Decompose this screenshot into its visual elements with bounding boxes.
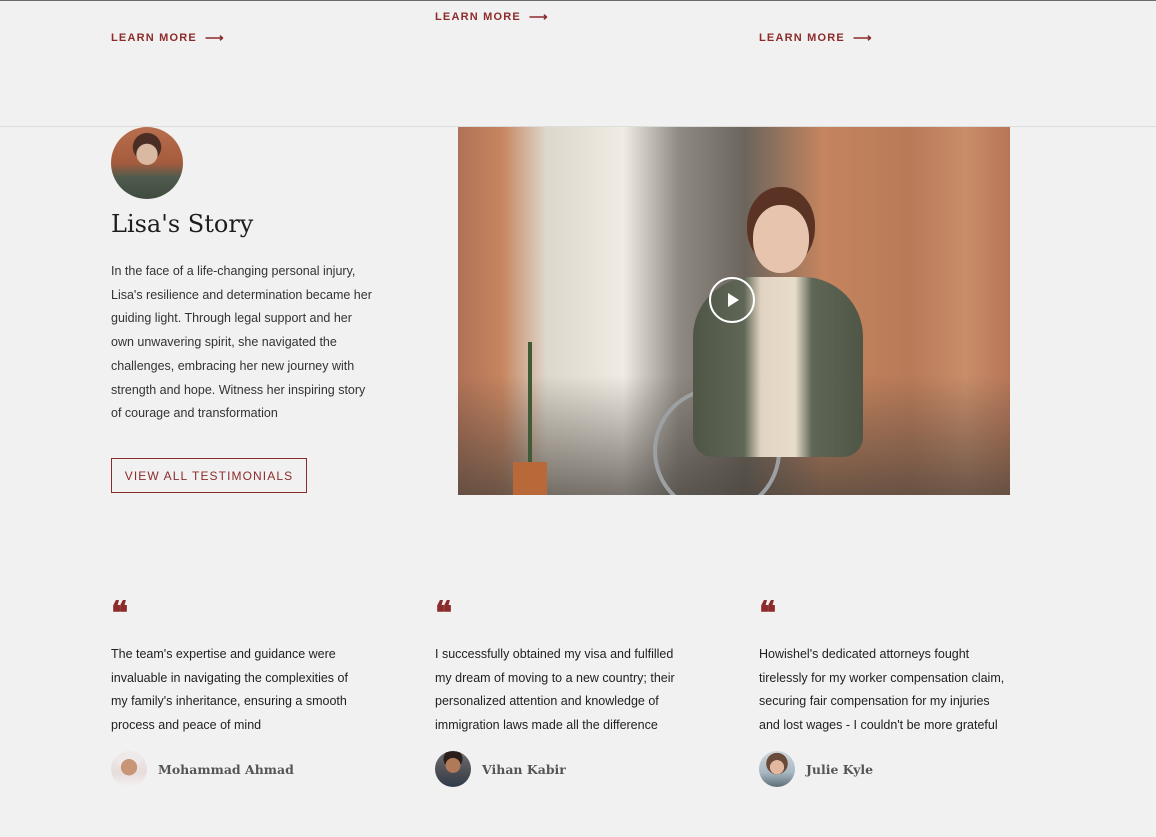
avatar xyxy=(759,751,795,787)
testimonial-card: ❝ Howishel's dedicated attorneys fought … xyxy=(759,594,1009,787)
arrow-right-icon: ⟶ xyxy=(528,9,549,24)
view-all-testimonials-button[interactable]: VIEW ALL TESTIMONIALS xyxy=(111,458,307,493)
arrow-right-icon: ⟶ xyxy=(852,30,873,45)
learn-more-link-3[interactable]: LEARN MORE ⟶ xyxy=(759,31,873,44)
learn-more-label: LEARN MORE xyxy=(111,31,197,44)
testimonial-author: Julie Kyle xyxy=(759,751,873,787)
play-icon xyxy=(728,293,739,307)
testimonial-text: Howishel's dedicated attorneys fought ti… xyxy=(759,647,1005,733)
testimonial-author: Mohammad Ahmad xyxy=(111,751,294,787)
video-person-head xyxy=(753,205,809,273)
author-name: Mohammad Ahmad xyxy=(158,761,294,777)
author-name: Vihan Kabir xyxy=(482,761,566,777)
testimonial-card: ❝ I successfully obtained my visa and fu… xyxy=(435,594,685,787)
video-plant xyxy=(528,342,532,462)
testimonial-author: Vihan Kabir xyxy=(435,751,566,787)
author-name: Julie Kyle xyxy=(806,761,874,777)
play-button[interactable] xyxy=(709,277,755,323)
learn-more-link-1[interactable]: LEARN MORE ⟶ xyxy=(111,31,225,44)
video-plant-pot xyxy=(513,462,547,495)
quote-icon: ❝ xyxy=(111,594,129,632)
learn-more-label: LEARN MORE xyxy=(435,10,521,23)
arrow-right-icon: ⟶ xyxy=(204,30,225,45)
testimonial-text: The team's expertise and guidance were i… xyxy=(111,647,348,733)
quote-icon: ❝ xyxy=(759,594,777,632)
learn-more-link-2[interactable]: LEARN MORE ⟶ xyxy=(435,10,549,23)
quote-icon: ❝ xyxy=(435,594,453,632)
avatar xyxy=(111,751,147,787)
learn-more-label: LEARN MORE xyxy=(759,31,845,44)
testimonial-card: ❝ The team's expertise and guidance were… xyxy=(111,594,361,787)
lisa-avatar xyxy=(111,127,183,199)
story-text: In the face of a life-changing personal … xyxy=(111,264,372,421)
testimonial-text: I successfully obtained my visa and fulf… xyxy=(435,647,675,733)
avatar xyxy=(435,751,471,787)
top-border xyxy=(0,0,1156,1)
story-title: Lisa's Story xyxy=(111,210,254,238)
